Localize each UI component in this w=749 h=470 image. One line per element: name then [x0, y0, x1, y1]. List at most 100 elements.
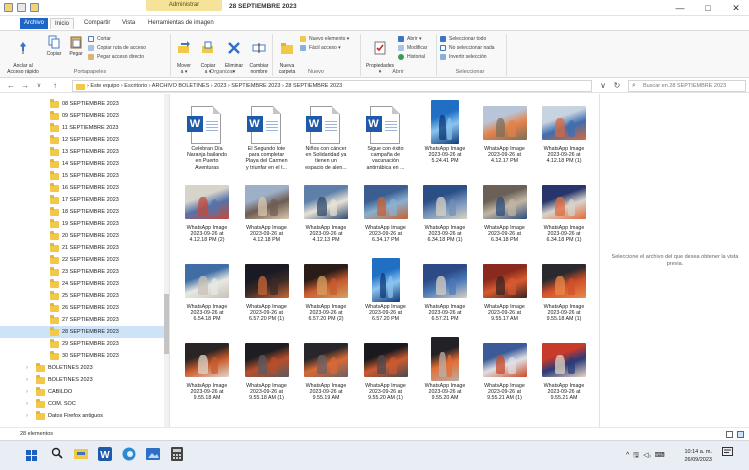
- nav-folder-item[interactable]: › BOLETINES 2023: [0, 374, 165, 386]
- copy-path-button[interactable]: Copiar ruta de acceso: [88, 44, 146, 52]
- file-item-image[interactable]: WhatsApp Image 2023-09-26 at 4.12.18 PM …: [179, 185, 235, 271]
- file-item-image[interactable]: WhatsApp Image 2023-09-26 at 6.54.18 PM: [179, 264, 235, 350]
- nav-folder-item[interactable]: 12 SEPTIEMBRE 2023: [0, 134, 165, 146]
- nav-folder-item[interactable]: 29 SEPTIEMBRE 2023: [0, 338, 165, 350]
- expand-chevron-icon[interactable]: ›: [26, 398, 28, 410]
- tab-vista[interactable]: Vista: [118, 18, 139, 29]
- notifications-icon[interactable]: [718, 447, 736, 465]
- folder-icon[interactable]: [4, 3, 13, 12]
- nav-folder-item[interactable]: 24 SEPTIEMBRE 2023: [0, 278, 165, 290]
- clock[interactable]: 10:14 a. m. 26/09/2023: [676, 448, 712, 464]
- close-button[interactable]: ✕: [726, 2, 746, 14]
- file-item-image[interactable]: WhatsApp Image 2023-09-26 at 9.55.21 AM: [536, 343, 592, 427]
- nav-folder-item[interactable]: 16 SEPTIEMBRE 2023: [0, 182, 165, 194]
- file-item-image[interactable]: WhatsApp Image 2023-09-26 at 9.55.18 AM …: [536, 264, 592, 350]
- nav-folder-item[interactable]: 08 SEPTIEMBRE 2023: [0, 98, 165, 110]
- file-item-image[interactable]: WhatsApp Image 2023-09-26 at 4.12.13 PM: [298, 185, 354, 271]
- nav-folder-item[interactable]: › BOLETINES 2023: [0, 362, 165, 374]
- edit-button[interactable]: Modificar: [398, 44, 427, 52]
- nav-folder-item[interactable]: 14 SEPTIEMBRE 2023: [0, 158, 165, 170]
- expand-chevron-icon[interactable]: ›: [26, 362, 28, 374]
- nav-folder-item[interactable]: 09 SEPTIEMBRE 2023: [0, 110, 165, 122]
- new-folder-icon[interactable]: [30, 3, 39, 12]
- file-item-image[interactable]: WhatsApp Image 2023-09-26 at 9.55.18 AM: [179, 343, 235, 427]
- dropdown-chevron-icon[interactable]: ∨: [598, 81, 608, 91]
- search-icon[interactable]: [48, 447, 66, 465]
- invert-selection-button[interactable]: Invertir selección: [440, 53, 487, 61]
- tab-herramientas-imagen[interactable]: Herramientas de imagen: [144, 18, 218, 29]
- cut-button[interactable]: Cortar: [88, 35, 111, 43]
- file-item-image[interactable]: WhatsApp Image 2023-09-26 at 5.24.41 PM: [417, 100, 473, 192]
- file-item-image[interactable]: WhatsApp Image 2023-09-26 at 6.57.20 PM …: [298, 264, 354, 350]
- nav-folder-item[interactable]: 13 SEPTIEMBRE 2023: [0, 146, 165, 158]
- edge-icon[interactable]: [120, 447, 138, 465]
- file-item-image[interactable]: WhatsApp Image 2023-09-26 at 6.57.20 PM: [358, 258, 414, 350]
- word-icon[interactable]: W: [96, 447, 114, 465]
- easy-access-button[interactable]: Fácil acceso ▾: [300, 44, 341, 52]
- properties-icon[interactable]: [17, 3, 26, 12]
- open-button[interactable]: Abrir ▾: [398, 35, 421, 43]
- nav-folder-item[interactable]: 28 SEPTIEMBRE 2023: [0, 326, 165, 338]
- file-explorer-icon[interactable]: [72, 447, 90, 465]
- calculator-icon[interactable]: [168, 447, 186, 465]
- tab-compartir[interactable]: Compartir: [80, 18, 114, 29]
- pin-quick-access-button[interactable]: Anclar al Acceso rápido: [4, 35, 42, 75]
- nav-folder-item[interactable]: 30 SEPTIEMBRE 2023: [0, 350, 165, 362]
- nav-folder-item[interactable]: 25 SEPTIEMBRE 2023: [0, 290, 165, 302]
- nav-folder-item[interactable]: 11 SEPTIEMBRE 2023: [0, 122, 165, 134]
- large-icons-view-icon[interactable]: [737, 431, 744, 438]
- nav-folder-item[interactable]: 26 SEPTIEMBRE 2023: [0, 302, 165, 314]
- maximize-button[interactable]: □: [698, 2, 718, 14]
- nav-folder-item[interactable]: 27 SEPTIEMBRE 2023: [0, 314, 165, 326]
- nav-folder-item[interactable]: › COM. SOC: [0, 398, 165, 410]
- file-item-image[interactable]: WhatsApp Image 2023-09-26 at 9.55.19 AM: [298, 343, 354, 427]
- tab-archivo[interactable]: Archivo: [20, 18, 48, 29]
- paste-button[interactable]: Pegar: [66, 35, 86, 57]
- nav-folder-item[interactable]: 23 SEPTIEMBRE 2023: [0, 266, 165, 278]
- file-item-image[interactable]: WhatsApp Image 2023-09-26 at 9.55.18 AM …: [239, 343, 295, 427]
- nav-folder-item[interactable]: 18 SEPTIEMBRE 2023: [0, 206, 165, 218]
- tab-inicio[interactable]: Inicio: [50, 18, 75, 29]
- up-arrow-icon[interactable]: ↑: [50, 81, 60, 91]
- system-tray[interactable]: ^ 🖫 ◁ᵢ ⌨: [626, 451, 666, 462]
- file-item-image[interactable]: WhatsApp Image 2023-09-26 at 4.12.18 PM …: [536, 106, 592, 192]
- file-item-image[interactable]: WhatsApp Image 2023-09-26 at 9.55.21 AM …: [477, 343, 533, 427]
- expand-chevron-icon[interactable]: ›: [26, 410, 28, 422]
- expand-chevron-icon[interactable]: ›: [26, 386, 28, 398]
- path-breadcrumb[interactable]: › Este equipo › Escritorio › ARCHIVO BOL…: [72, 80, 592, 92]
- expand-chevron-icon[interactable]: ›: [26, 374, 28, 386]
- file-item-image[interactable]: WhatsApp Image 2023-09-26 at 9.55.20 AM …: [358, 343, 414, 427]
- search-input[interactable]: ⌕ Buscar en 28 SEPTIEMBRE 2023: [628, 80, 746, 92]
- nav-folder-item[interactable]: 15 SEPTIEMBRE 2023: [0, 170, 165, 182]
- new-item-button[interactable]: Nuevo elemento ▾: [300, 35, 349, 43]
- file-item-document[interactable]: W Sigue con éxito campaña de vacunación a…: [358, 106, 414, 192]
- file-item-image[interactable]: WhatsApp Image 2023-09-26 at 4.12.18 PM: [239, 185, 295, 271]
- file-item-image[interactable]: WhatsApp Image 2023-09-26 at 6.34.18 PM …: [417, 185, 473, 271]
- file-item-document[interactable]: W El Segundo lote para completar Playa de…: [239, 106, 295, 192]
- copy-button[interactable]: Copiar: [44, 35, 64, 57]
- file-item-document[interactable]: W Niños con cáncer en Solidaridad ya tien…: [298, 106, 354, 192]
- nav-folder-item[interactable]: 20 SEPTIEMBRE 2023: [0, 230, 165, 242]
- refresh-icon[interactable]: ↻: [612, 81, 622, 91]
- windows-start-icon[interactable]: [26, 450, 38, 462]
- select-none-button[interactable]: No seleccionar nada: [440, 44, 495, 52]
- recent-locations-chevron-icon[interactable]: ∨: [34, 81, 44, 91]
- file-item-image[interactable]: WhatsApp Image 2023-09-26 at 9.55.20 AM: [417, 337, 473, 427]
- nav-scroll-thumb[interactable]: [164, 294, 169, 354]
- nav-scrollbar[interactable]: [164, 94, 169, 427]
- nav-folder-item[interactable]: 19 SEPTIEMBRE 2023: [0, 218, 165, 230]
- forward-arrow-icon[interactable]: →: [20, 81, 30, 91]
- nav-folder-item[interactable]: 17 SEPTIEMBRE 2023: [0, 194, 165, 206]
- nav-folder-item[interactable]: › CABILDO: [0, 386, 165, 398]
- nav-folder-item[interactable]: › Datos Firefox antiguos: [0, 410, 165, 422]
- context-tab-label[interactable]: Administrar: [146, 0, 222, 11]
- file-item-document[interactable]: W Celebran Día Naranja bailando en Puerto…: [179, 106, 235, 192]
- photos-icon[interactable]: [144, 447, 162, 465]
- history-button[interactable]: Historial: [398, 53, 425, 61]
- nav-folder-item[interactable]: 21 SEPTIEMBRE 2023: [0, 242, 165, 254]
- file-item-image[interactable]: WhatsApp Image 2023-09-26 at 6.34.18 PM …: [536, 185, 592, 271]
- nav-folder-item[interactable]: 22 SEPTIEMBRE 2023: [0, 254, 165, 266]
- minimize-button[interactable]: —: [670, 2, 690, 14]
- back-arrow-icon[interactable]: ←: [6, 81, 16, 91]
- paste-shortcut-button[interactable]: Pegar acceso directo: [88, 53, 144, 61]
